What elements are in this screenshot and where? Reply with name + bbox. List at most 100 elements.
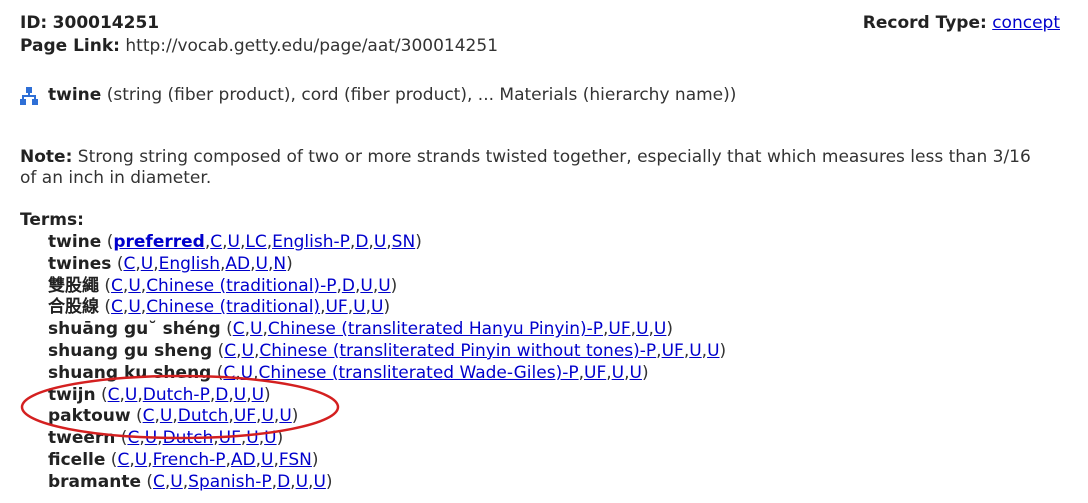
term-row: twijn (C,U,Dutch-P,D,U,U) xyxy=(48,384,271,405)
term-flag-link[interactable]: C xyxy=(117,450,129,470)
term-flag-link[interactable]: U xyxy=(250,319,262,339)
term-flag-link[interactable]: U xyxy=(128,297,140,317)
term-flag-link[interactable]: Dutch-P xyxy=(143,385,210,405)
term-flag-link[interactable]: U xyxy=(264,428,276,448)
term-flag-link[interactable]: U xyxy=(135,450,147,470)
term-flag-link[interactable]: Dutch xyxy=(163,428,214,448)
term-flag-link[interactable]: C xyxy=(223,363,235,383)
term-flag-link[interactable]: U xyxy=(241,363,253,383)
term-flag-link[interactable]: Chinese (traditional)-P xyxy=(146,276,336,296)
term-flag-link[interactable]: UF xyxy=(219,428,241,448)
term-flag-link[interactable]: U xyxy=(296,472,308,492)
term-flag-link[interactable]: U xyxy=(160,406,172,426)
term-flag-link[interactable]: U xyxy=(378,276,390,296)
term-flag-link[interactable]: C xyxy=(210,232,222,252)
term-name: 雙股繩 xyxy=(48,275,99,296)
term-flag-link[interactable]: N xyxy=(273,254,286,274)
term-name: twijn xyxy=(48,384,96,405)
note-line-1: Note: Strong string composed of two or m… xyxy=(20,147,1031,167)
term-flag-link[interactable]: FSN xyxy=(279,450,312,470)
term-flag-link[interactable]: U xyxy=(242,341,254,361)
hierarchy-icon[interactable] xyxy=(19,86,39,106)
term-flag-link[interactable]: U xyxy=(360,276,372,296)
term-name: twine xyxy=(48,232,102,252)
term-flag-link[interactable]: C xyxy=(153,472,165,492)
term-flag-link[interactable]: U xyxy=(261,406,273,426)
term-flag-link[interactable]: U xyxy=(630,363,642,383)
term-flag-link[interactable]: LC xyxy=(245,232,266,252)
term-flag-link[interactable]: U xyxy=(252,385,264,405)
term-flag-link[interactable]: U xyxy=(654,319,666,339)
term-flag-link[interactable]: U xyxy=(246,428,258,448)
term-flag-link[interactable]: C xyxy=(111,297,123,317)
term-row: bramante (C,U,Spanish-P,D,U,U) xyxy=(48,471,333,492)
term-flag-link[interactable]: Chinese (transliterated Pinyin without t… xyxy=(259,341,656,361)
term-flag-link[interactable]: U xyxy=(636,319,648,339)
record-type-link[interactable]: concept xyxy=(992,13,1060,33)
term-flag-link[interactable]: U xyxy=(689,341,701,361)
term-flag-link[interactable]: Chinese (traditional) xyxy=(146,297,320,317)
record-id: ID: 300014251 xyxy=(20,13,159,33)
term-flag-link[interactable]: U xyxy=(374,232,386,252)
term-flag-link[interactable]: UF xyxy=(234,406,256,426)
term-flag-link[interactable]: C xyxy=(108,385,120,405)
note-label: Note: xyxy=(20,147,73,167)
term-flag-link[interactable]: UF xyxy=(662,341,684,361)
term-flag-link[interactable]: AD xyxy=(231,450,256,470)
term-flag-link[interactable]: D xyxy=(215,385,228,405)
term-flag-link[interactable]: U xyxy=(141,254,153,274)
term-flag-link[interactable]: C xyxy=(123,254,135,274)
term-flag-link[interactable]: U xyxy=(707,341,719,361)
term-flag-link[interactable]: SN xyxy=(392,232,416,252)
note-text-2: of an inch in diameter. xyxy=(20,168,212,188)
term-name: paktouw xyxy=(48,406,131,427)
term-flag-link[interactable]: UF xyxy=(608,319,630,339)
term-flag-link[interactable]: U xyxy=(145,428,157,448)
term-flag-link[interactable]: U xyxy=(279,406,291,426)
term-flag-link[interactable]: U xyxy=(170,472,182,492)
term-flag-link[interactable]: U xyxy=(256,254,268,274)
term-row: ficelle (C,U,French-P,AD,U,FSN) xyxy=(48,450,319,470)
term-flag-link[interactable]: C xyxy=(111,276,123,296)
term-flag-link[interactable]: U xyxy=(261,450,273,470)
term-flag-link[interactable]: UF xyxy=(325,297,347,317)
term-flag-link[interactable]: C xyxy=(143,406,155,426)
term-flag-link[interactable]: U xyxy=(228,232,240,252)
hierarchy-context: (string (fiber product), cord (fiber pro… xyxy=(106,85,737,105)
term-flag-link[interactable]: C xyxy=(233,319,245,339)
term-name: ficelle xyxy=(48,450,106,470)
term-row: paktouw (C,U,Dutch,UF,U,U) xyxy=(48,406,299,427)
term-flag-link[interactable]: Chinese (transliterated Wade-Giles)-P xyxy=(259,363,579,383)
page-link-line: Page Link: http://vocab.getty.edu/page/a… xyxy=(20,36,498,56)
term-flag-link[interactable]: U xyxy=(128,276,140,296)
term-flag-link[interactable]: U xyxy=(371,297,383,317)
note-text-1: Strong string composed of two or more st… xyxy=(77,147,1031,167)
term-flag-link[interactable]: U xyxy=(313,472,325,492)
term-flag-link[interactable]: Dutch xyxy=(178,406,229,426)
page-link-url[interactable]: http://vocab.getty.edu/page/aat/30001425… xyxy=(125,36,498,56)
term-flag-link[interactable]: D xyxy=(277,472,290,492)
term-flag-link[interactable]: C xyxy=(224,341,236,361)
term-row: twine (preferred,C,U,LC,English-P,D,U,SN… xyxy=(48,232,422,252)
term-flag-link[interactable]: English-P xyxy=(272,232,350,252)
term-flag-link[interactable]: AD xyxy=(225,254,250,274)
term-flag-link[interactable]: preferred xyxy=(113,232,204,252)
term-flag-link[interactable]: U xyxy=(353,297,365,317)
record-type-label: Record Type: xyxy=(862,13,987,33)
term-flag-link[interactable]: U xyxy=(234,385,246,405)
id-value: 300014251 xyxy=(52,13,160,33)
term-flag-link[interactable]: U xyxy=(125,385,137,405)
term-flag-link[interactable]: UF xyxy=(584,363,606,383)
term-flag-link[interactable]: D xyxy=(355,232,368,252)
term-flag-link[interactable]: U xyxy=(612,363,624,383)
term-flag-link[interactable]: English xyxy=(159,254,220,274)
term-name: bramante xyxy=(48,471,141,492)
term-flag-link[interactable]: French-P xyxy=(153,450,226,470)
term-flag-link[interactable]: Chinese (transliterated Hanyu Pinyin)-P xyxy=(268,319,603,339)
term-flag-link[interactable]: D xyxy=(342,276,355,296)
term-flag-link[interactable]: Spanish-P xyxy=(188,472,272,492)
term-row: shuang gu sheng (C,U,Chinese (transliter… xyxy=(48,341,727,361)
term-row: 合股線 (C,U,Chinese (traditional),UF,U,U) xyxy=(48,297,391,318)
term-flag-link[interactable]: C xyxy=(127,428,139,448)
term-row: shuāng gu˘ shéng (C,U,Chinese (translite… xyxy=(48,319,674,340)
